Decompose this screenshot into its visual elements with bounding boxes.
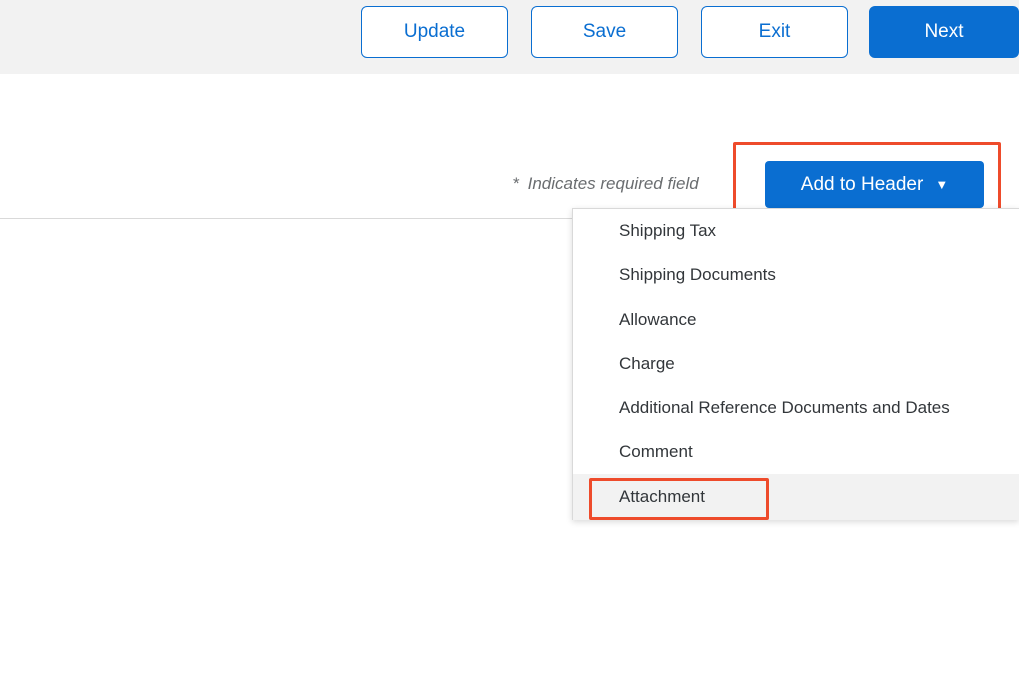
update-button[interactable]: Update [361, 6, 508, 58]
required-field-note: * Indicates required field [513, 174, 699, 194]
page: Update Save Exit Next * Indicates require… [0, 0, 1019, 684]
caret-down-icon: ▼ [935, 177, 949, 192]
required-note-text: Indicates required field [527, 174, 699, 193]
menu-item-shipping-tax[interactable]: Shipping Tax [573, 209, 1019, 253]
menu-item-shipping-documents[interactable]: Shipping Documents [573, 253, 1019, 297]
menu-item-charge[interactable]: Charge [573, 342, 1019, 386]
required-asterisk: * [513, 174, 520, 193]
add-to-header-dropdown: Shipping Tax Shipping Documents Allowanc… [572, 208, 1019, 520]
menu-item-allowance[interactable]: Allowance [573, 298, 1019, 342]
exit-button[interactable]: Exit [701, 6, 848, 58]
next-button[interactable]: Next [869, 6, 1019, 58]
add-to-header-label: Add to Header [800, 173, 924, 195]
menu-item-attachment[interactable]: Attachment [573, 474, 1019, 520]
save-button[interactable]: Save [531, 6, 678, 58]
add-to-header-button[interactable]: Add to Header ▼ [765, 161, 984, 208]
menu-item-comment[interactable]: Comment [573, 430, 1019, 474]
top-toolbar: Update Save Exit Next [0, 0, 1019, 74]
menu-item-additional-reference-documents[interactable]: Additional Reference Documents and Dates [573, 386, 1019, 430]
